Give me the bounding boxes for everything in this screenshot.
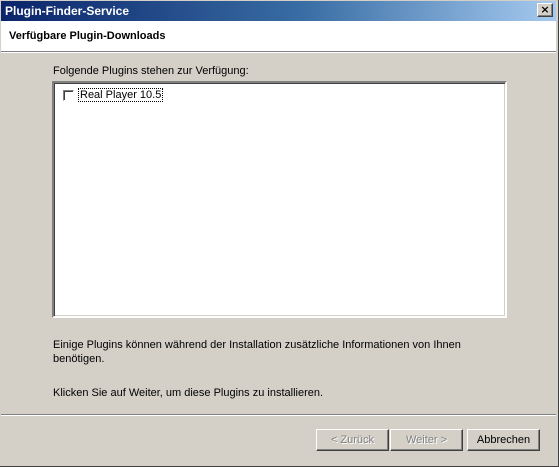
- next-button[interactable]: Weiter >: [390, 429, 463, 451]
- plugin-list-item[interactable]: Real Player 10.5: [63, 88, 164, 102]
- info-text: Einige Plugins können während der Instal…: [53, 339, 461, 365]
- footer-divider: [1, 414, 556, 416]
- title-bar: Plugin-Finder-Service ×: [1, 1, 556, 21]
- close-icon[interactable]: ×: [537, 3, 553, 17]
- plugin-label[interactable]: Real Player 10.5: [78, 88, 164, 102]
- instruction-text: Klicken Sie auf Weiter, um diese Plugins…: [53, 387, 324, 399]
- plugin-checkbox[interactable]: [63, 89, 74, 101]
- cancel-button[interactable]: Abbrechen: [467, 429, 540, 451]
- back-button[interactable]: < Zurück: [316, 429, 389, 451]
- plugin-list[interactable]: Real Player 10.5: [52, 81, 507, 318]
- window-title: Plugin-Finder-Service: [5, 4, 130, 18]
- header-divider: [1, 51, 556, 53]
- page-title: Verfügbare Plugin-Downloads: [9, 30, 166, 42]
- plugins-intro-label: Folgende Plugins stehen zur Verfügung:: [53, 65, 249, 77]
- wizard-header: Verfügbare Plugin-Downloads: [1, 21, 556, 51]
